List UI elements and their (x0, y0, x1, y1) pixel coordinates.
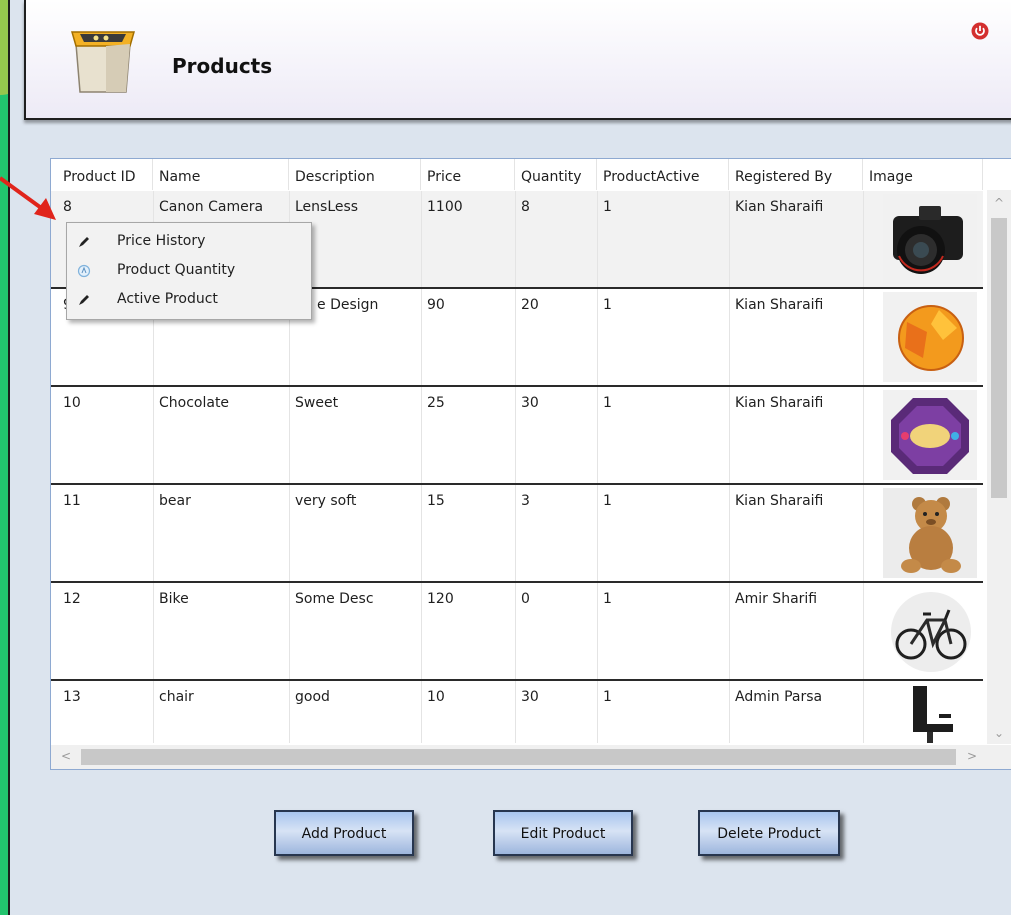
bicycle-image (883, 586, 977, 676)
circle-icon (77, 264, 91, 278)
menu-item-label: Product Quantity (117, 262, 236, 278)
column-header-price[interactable]: Price (421, 159, 515, 190)
cell-quantity: 20 (521, 297, 539, 313)
pen-icon (79, 295, 89, 305)
cell-description: e Design (317, 297, 379, 313)
teddy-bear-image (883, 488, 977, 578)
cell-description: very soft (295, 493, 357, 509)
menu-item-price-history[interactable]: Price History (67, 227, 311, 256)
row-context-menu: Price History Product Quantity Active Pr… (66, 222, 312, 320)
column-header-description[interactable]: Description (289, 159, 421, 190)
cell-product-active: 1 (603, 689, 612, 705)
cell-quantity: 0 (521, 591, 530, 607)
cell-quantity: 30 (521, 689, 539, 705)
menu-item-label: Price History (117, 233, 206, 249)
cell-product-id: 13 (63, 689, 81, 705)
office-chair-image (883, 684, 977, 743)
cell-registered-by: Kian Sharaifi (735, 297, 824, 313)
cell-product-active: 1 (603, 297, 612, 313)
table-row[interactable]: 12 Bike Some Desc 120 0 1 Amir Sharifi (51, 583, 983, 681)
scroll-up-icon[interactable]: ^ (994, 196, 1004, 210)
menu-item-active-product[interactable]: Active Product (67, 285, 311, 314)
cell-name: chair (159, 689, 194, 705)
table-row[interactable]: 11 bear very soft 15 3 1 Kian Sharaifi (51, 485, 983, 583)
cell-product-active: 1 (603, 493, 612, 509)
add-product-button[interactable]: Add Product (274, 810, 414, 856)
ball-image (883, 292, 977, 382)
cell-product-active: 1 (603, 199, 612, 215)
column-header-image[interactable]: Image (863, 159, 983, 190)
cell-price: 25 (427, 395, 445, 411)
cell-registered-by: Amir Sharifi (735, 591, 818, 607)
scroll-down-icon[interactable]: ⌄ (994, 726, 1004, 740)
cell-description: good (295, 689, 330, 705)
products-window: Products Product ID Name Description Pri… (8, 0, 1011, 915)
table-row[interactable]: 13 chair good 10 30 1 Admin Parsa (51, 681, 983, 743)
cell-quantity: 30 (521, 395, 539, 411)
horizontal-scroll-thumb[interactable] (81, 749, 956, 765)
cell-registered-by: Kian Sharaifi (735, 199, 824, 215)
column-header-product-id[interactable]: Product ID (57, 159, 153, 190)
table-row[interactable]: 10 Chocolate Sweet 25 30 1 Kian Sharaifi (51, 387, 983, 485)
cell-description: LensLess (295, 199, 359, 215)
box-icon (71, 31, 135, 93)
cell-name: bear (159, 493, 191, 509)
scroll-left-icon[interactable]: < (61, 749, 71, 763)
delete-product-button[interactable]: Delete Product (698, 810, 840, 856)
chocolate-tin-image (883, 390, 977, 480)
scroll-right-icon[interactable]: > (967, 749, 977, 763)
power-icon[interactable] (971, 22, 989, 40)
cell-registered-by: Kian Sharaifi (735, 395, 824, 411)
vertical-scrollbar[interactable]: ^ ⌄ (987, 190, 1011, 744)
cell-product-id: 12 (63, 591, 81, 607)
column-header-quantity[interactable]: Quantity (515, 159, 597, 190)
cell-registered-by: Kian Sharaifi (735, 493, 824, 509)
annotation-arrow-icon (0, 176, 56, 220)
cell-quantity: 3 (521, 493, 530, 509)
cell-product-id: 11 (63, 493, 81, 509)
cell-description: Sweet (295, 395, 339, 411)
cell-description: Some Desc (295, 591, 374, 607)
cell-product-id: 10 (63, 395, 81, 411)
pen-icon (79, 237, 89, 247)
menu-item-product-quantity[interactable]: Product Quantity (67, 256, 311, 285)
column-header-product-active[interactable]: ProductActive (597, 159, 729, 190)
cell-price: 10 (427, 689, 445, 705)
cell-product-active: 1 (603, 395, 612, 411)
edit-product-button[interactable]: Edit Product (493, 810, 633, 856)
menu-item-label: Active Product (117, 291, 218, 307)
horizontal-scrollbar[interactable]: < > (51, 745, 1011, 769)
header-bar: Products (24, 0, 1011, 120)
cell-price: 90 (427, 297, 445, 313)
cell-quantity: 8 (521, 199, 530, 215)
cell-registered-by: Admin Parsa (735, 689, 823, 705)
page-title: Products (172, 54, 273, 78)
cell-price: 120 (427, 591, 454, 607)
cell-name: Bike (159, 591, 189, 607)
cell-name: Canon Camera (159, 199, 264, 215)
vertical-scroll-thumb[interactable] (991, 218, 1007, 498)
column-header-registered-by[interactable]: Registered By (729, 159, 863, 190)
cell-product-id: 8 (63, 199, 72, 215)
cell-product-active: 1 (603, 591, 612, 607)
cell-price: 15 (427, 493, 445, 509)
camera-image (883, 194, 977, 284)
column-header-name[interactable]: Name (153, 159, 289, 190)
cell-price: 1100 (427, 199, 463, 215)
cell-name: Chocolate (159, 395, 230, 411)
